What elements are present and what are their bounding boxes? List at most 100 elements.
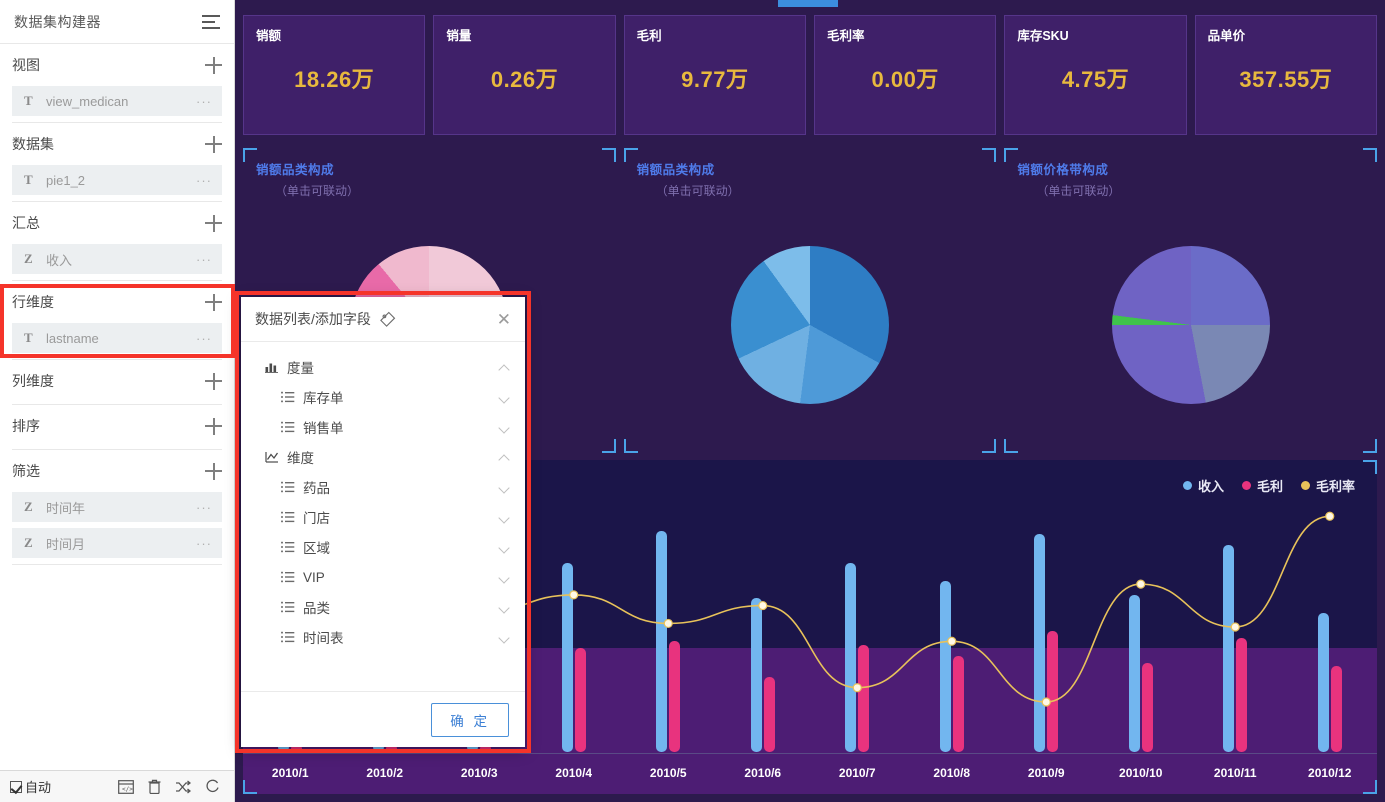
legend-swatch <box>1183 481 1192 490</box>
shuffle-icon[interactable] <box>175 780 191 794</box>
field-row[interactable]: Tview_medican··· <box>12 86 222 116</box>
bar-profit[interactable] <box>1142 663 1153 752</box>
bar-revenue[interactable] <box>1129 595 1140 752</box>
field-tree-item[interactable]: 门店 <box>241 502 525 532</box>
legend-item[interactable]: 收入 <box>1183 476 1224 495</box>
field-tree-item[interactable]: 时间表 <box>241 622 525 652</box>
bar-revenue[interactable] <box>751 598 762 752</box>
add-field-dialog[interactable]: 数据列表/添加字段 ✕ 度量库存单销售单维度药品门店区域VIP品类时间表 确 定 <box>241 297 525 747</box>
bar-revenue[interactable] <box>940 581 951 752</box>
chevron-down-icon[interactable] <box>499 422 509 432</box>
field-tree-label: 库存单 <box>303 387 499 407</box>
kpi-card[interactable]: 品单价357.55万 <box>1195 15 1377 135</box>
field-more-icon[interactable]: ··· <box>196 536 212 551</box>
bar-revenue[interactable] <box>1223 545 1234 752</box>
section-title: 数据集 <box>12 134 54 154</box>
field-tree-item[interactable]: VIP <box>241 562 525 592</box>
field-row[interactable]: Tlastname··· <box>12 323 222 353</box>
bar-profit[interactable] <box>953 656 964 752</box>
bar-profit[interactable] <box>669 641 680 752</box>
bar-profit[interactable] <box>575 648 586 752</box>
field-tree-item[interactable]: 药品 <box>241 472 525 502</box>
field-tree-item[interactable]: 维度 <box>241 442 525 472</box>
kpi-value: 357.55万 <box>1196 62 1376 94</box>
field-more-icon[interactable]: ··· <box>196 252 212 267</box>
add-field-button[interactable] <box>205 418 222 435</box>
auto-checkbox[interactable]: 自动 <box>10 777 51 796</box>
bar-profit[interactable] <box>1236 638 1247 752</box>
refresh-icon[interactable] <box>205 779 220 794</box>
add-field-button[interactable] <box>205 215 222 232</box>
bar-revenue[interactable] <box>845 563 856 752</box>
bar-profit[interactable] <box>858 645 869 752</box>
field-more-icon[interactable]: ··· <box>196 331 212 346</box>
pie-panel[interactable]: 销额价格带构成（单击可联动） <box>1004 148 1377 453</box>
chevron-down-icon[interactable] <box>499 482 509 492</box>
field-more-icon[interactable]: ··· <box>196 500 212 515</box>
bar-revenue[interactable] <box>656 531 667 752</box>
kpi-value: 18.26万 <box>244 62 424 94</box>
legend-item[interactable]: 毛利 <box>1242 476 1283 495</box>
field-tree-item[interactable]: 品类 <box>241 592 525 622</box>
pie-chart[interactable] <box>1112 246 1270 404</box>
chevron-up-icon[interactable] <box>499 452 509 462</box>
field-row[interactable]: Tpie1_2··· <box>12 165 222 195</box>
kpi-card[interactable]: 销量0.26万 <box>433 15 615 135</box>
field-more-icon[interactable]: ··· <box>196 94 212 109</box>
field-tree-item[interactable]: 库存单 <box>241 382 525 412</box>
x-axis-label: 2010/1 <box>272 766 309 780</box>
panel-title: 销额价格带构成 <box>1017 159 1108 178</box>
close-icon[interactable]: ✕ <box>497 311 511 328</box>
active-tab-indicator[interactable] <box>778 0 838 7</box>
dashboard-page: 数据集构建器 视图Tview_medican···数据集Tpie1_2···汇总… <box>0 0 1385 802</box>
field-more-icon[interactable]: ··· <box>196 173 212 188</box>
panel-corner-tl <box>1004 148 1018 162</box>
code-window-icon[interactable]: </> <box>118 780 134 794</box>
panel-corner-tr <box>1363 148 1377 162</box>
section-header: 列维度 <box>12 360 222 402</box>
pie-chart[interactable] <box>731 246 889 404</box>
kpi-card[interactable]: 销额18.26万 <box>243 15 425 135</box>
pie-panel[interactable]: 销额品类构成（单击可联动） <box>624 148 997 453</box>
list-settings-icon[interactable] <box>202 15 220 29</box>
tag-icon[interactable] <box>379 311 396 328</box>
chevron-down-icon[interactable] <box>499 512 509 522</box>
field-tree-item[interactable]: 销售单 <box>241 412 525 442</box>
field-tree-item[interactable]: 度量 <box>241 352 525 382</box>
add-field-button[interactable] <box>205 57 222 74</box>
bar-revenue[interactable] <box>562 563 573 752</box>
confirm-button[interactable]: 确 定 <box>431 703 509 737</box>
add-field-button[interactable] <box>205 294 222 311</box>
chevron-down-icon[interactable] <box>499 572 509 582</box>
chevron-down-icon[interactable] <box>499 632 509 642</box>
add-field-button[interactable] <box>205 136 222 153</box>
chevron-down-icon[interactable] <box>499 392 509 402</box>
add-field-button[interactable] <box>205 463 222 480</box>
section-title: 行维度 <box>12 292 54 312</box>
kpi-card[interactable]: 毛利9.77万 <box>624 15 806 135</box>
add-field-button[interactable] <box>205 373 222 390</box>
field-row[interactable]: Z时间月··· <box>12 528 222 558</box>
kpi-card[interactable]: 库存SKU4.75万 <box>1004 15 1186 135</box>
bar-profit[interactable] <box>1047 631 1058 752</box>
bar-profit[interactable] <box>764 677 775 752</box>
auto-label: 自动 <box>25 777 51 796</box>
chevron-down-icon[interactable] <box>499 602 509 612</box>
bar-revenue[interactable] <box>1318 613 1329 752</box>
trash-icon[interactable] <box>148 779 161 794</box>
field-tree-item[interactable]: 区域 <box>241 532 525 562</box>
section-title: 列维度 <box>12 371 54 391</box>
chevron-up-icon[interactable] <box>499 362 509 372</box>
section-divider <box>12 564 222 565</box>
field-row[interactable]: Z时间年··· <box>12 492 222 522</box>
field-type-icon: Z <box>24 251 38 267</box>
chevron-down-icon[interactable] <box>499 542 509 552</box>
legend-item[interactable]: 毛利率 <box>1301 476 1355 495</box>
kpi-card[interactable]: 毛利率0.00万 <box>814 15 996 135</box>
legend-label: 毛利 <box>1257 476 1283 495</box>
bar-revenue[interactable] <box>1034 534 1045 752</box>
field-row[interactable]: Z收入··· <box>12 244 222 274</box>
bar-profit[interactable] <box>1331 666 1342 752</box>
sidebar-sections: 视图Tview_medican···数据集Tpie1_2···汇总Z收入···行… <box>0 44 234 770</box>
legend-swatch <box>1301 481 1310 490</box>
